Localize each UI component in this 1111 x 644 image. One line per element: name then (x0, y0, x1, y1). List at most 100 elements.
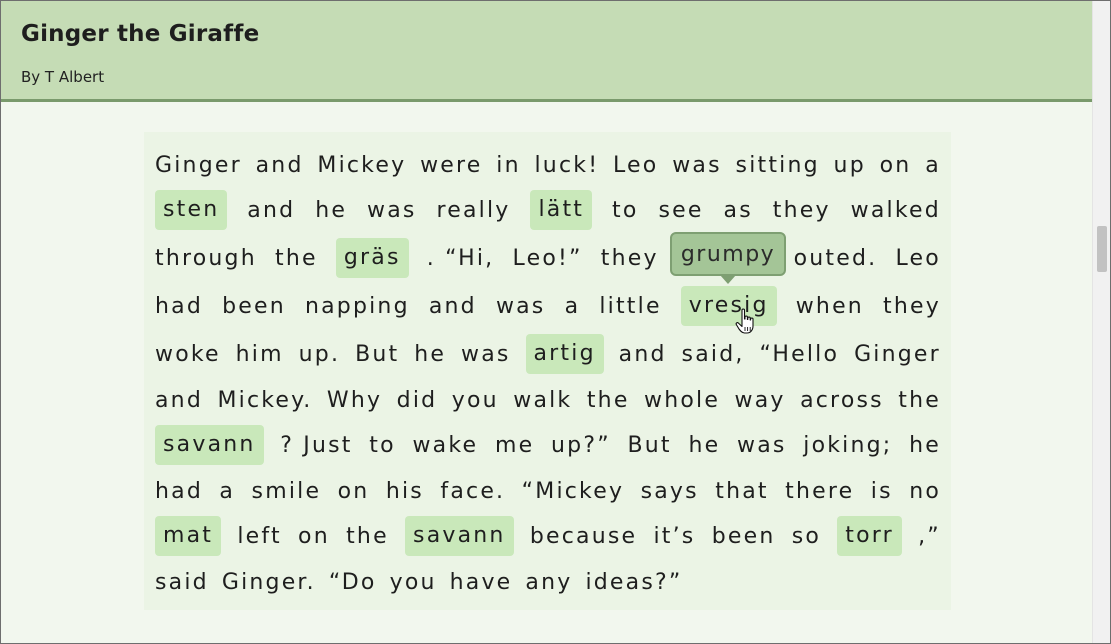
story-word: up. (298, 341, 341, 367)
story-word: been (711, 523, 776, 549)
story-word: a (219, 478, 236, 504)
story-word: “Do (328, 569, 377, 595)
vertical-scrollbar[interactable] (1092, 1, 1110, 643)
story-word: way (734, 387, 786, 413)
story-word: there (785, 478, 855, 504)
story-word: on (298, 523, 330, 549)
story-word: on (337, 478, 370, 504)
story-word: because (529, 523, 638, 549)
story-word: it’s (653, 523, 696, 549)
page-title: Ginger the Giraffe (21, 21, 260, 47)
vocab-word-chip[interactable]: torr (837, 516, 902, 556)
story-word: But (355, 341, 400, 367)
story-word: you (389, 569, 437, 595)
story-word: in (496, 152, 521, 178)
story-word: said, (681, 341, 745, 367)
story-word: napping (304, 293, 410, 319)
story-word: him (235, 341, 284, 367)
story-word: . “Hi, (426, 245, 495, 271)
story-word: the (586, 387, 630, 413)
story-word: whole (644, 387, 721, 413)
vocab-word-chip[interactable]: artig (525, 334, 604, 374)
story-word: he (688, 432, 721, 458)
vocab-word-chip[interactable]: lätt (530, 190, 593, 230)
story-word: the (346, 523, 389, 549)
story-line: had been napping and was a little vresig when the… (155, 286, 941, 326)
story-line: had a smile on his face. “Mickey says that there i… (155, 471, 941, 511)
story-word: Ginger. (221, 569, 316, 595)
story-word: see (658, 197, 704, 223)
story-word: “Mickey (521, 478, 625, 504)
story-word: have (449, 569, 513, 595)
story-word: walked (850, 197, 941, 223)
story-word: any (525, 569, 573, 595)
story-word: walk (513, 387, 573, 413)
story-line: woke him up. But he was artig and said, “Hello Gin… (155, 334, 941, 374)
story-word: and (428, 293, 477, 319)
story-word: a (564, 293, 581, 319)
vocab-word-chip[interactable]: savann (155, 425, 264, 465)
story-word: ? Just (280, 432, 353, 458)
story-word: was (495, 293, 546, 319)
story-word: Mickey (317, 152, 407, 178)
story-word: wake (412, 432, 479, 458)
header: Ginger the Giraffe By T Albert (1, 1, 1093, 102)
vocab-word-chip[interactable]: mat (155, 516, 222, 556)
translation-tooltip: grumpy (670, 232, 786, 284)
story-word: said (155, 569, 209, 595)
story-word: Leo!” (512, 245, 583, 271)
story-line: through thegräs . “Hi, Leo!” they grumpy outed… (155, 238, 941, 278)
story-word: up (833, 152, 866, 178)
story-word: that (715, 478, 769, 504)
story-word: face. (440, 478, 506, 504)
story-word: Why (326, 387, 383, 413)
author-byline: By T Albert (21, 68, 105, 86)
tooltip-text: grumpy (680, 241, 776, 267)
story-word: on (879, 152, 912, 178)
story-word: and (618, 341, 667, 367)
story-line: sten and he was really lätt to see as they walked (155, 190, 941, 230)
story-word: But (627, 432, 672, 458)
story-word: “Hello (759, 341, 840, 367)
story-line: mat left on the savann because it’s been so torr,… (155, 516, 941, 556)
story-word: as (723, 197, 753, 223)
story-word: they (772, 197, 831, 223)
story-word: Leo (612, 152, 659, 178)
story-word: no (909, 478, 941, 504)
scrollbar-thumb[interactable] (1097, 226, 1107, 272)
story-word: the (898, 387, 941, 413)
story-word: to (612, 197, 639, 223)
story-word: Mickey. (217, 387, 313, 413)
story-word: ideas?” (585, 569, 683, 595)
vocab-word-chip[interactable]: vresig (680, 286, 777, 326)
story-word: little (599, 293, 662, 319)
hand-pointer-icon (735, 308, 754, 334)
story-word: they (600, 245, 659, 271)
story-word: Ginger (854, 341, 941, 367)
story-word: and (255, 152, 304, 178)
story-word: was (672, 152, 722, 178)
story-word: had (155, 293, 203, 319)
vocab-word-chip[interactable]: gräs (335, 238, 409, 278)
story-word: he (315, 197, 348, 223)
story-word: outed. (793, 245, 878, 271)
story-word: across (800, 387, 884, 413)
story-word: was (367, 197, 417, 223)
story-word: they (883, 293, 941, 319)
story-word: left (237, 523, 282, 549)
vocab-word-chip[interactable]: savann (405, 516, 514, 556)
story-line: Ginger and Mickey were in luck! Leo was sitting u… (155, 145, 941, 185)
story-word: the (275, 245, 318, 271)
story-word: was (737, 432, 787, 458)
story-word: when (795, 293, 864, 319)
story-word: woke (155, 341, 221, 367)
story-word: is (870, 478, 893, 504)
story-word: had (155, 478, 203, 504)
story-word: ,” (918, 523, 941, 549)
story-word: did (396, 387, 438, 413)
story-word: and (155, 387, 203, 413)
story-word: he (414, 341, 447, 367)
story-word: were (420, 152, 483, 178)
vocab-word-chip[interactable]: sten (155, 190, 228, 230)
story-word: been (222, 293, 286, 319)
